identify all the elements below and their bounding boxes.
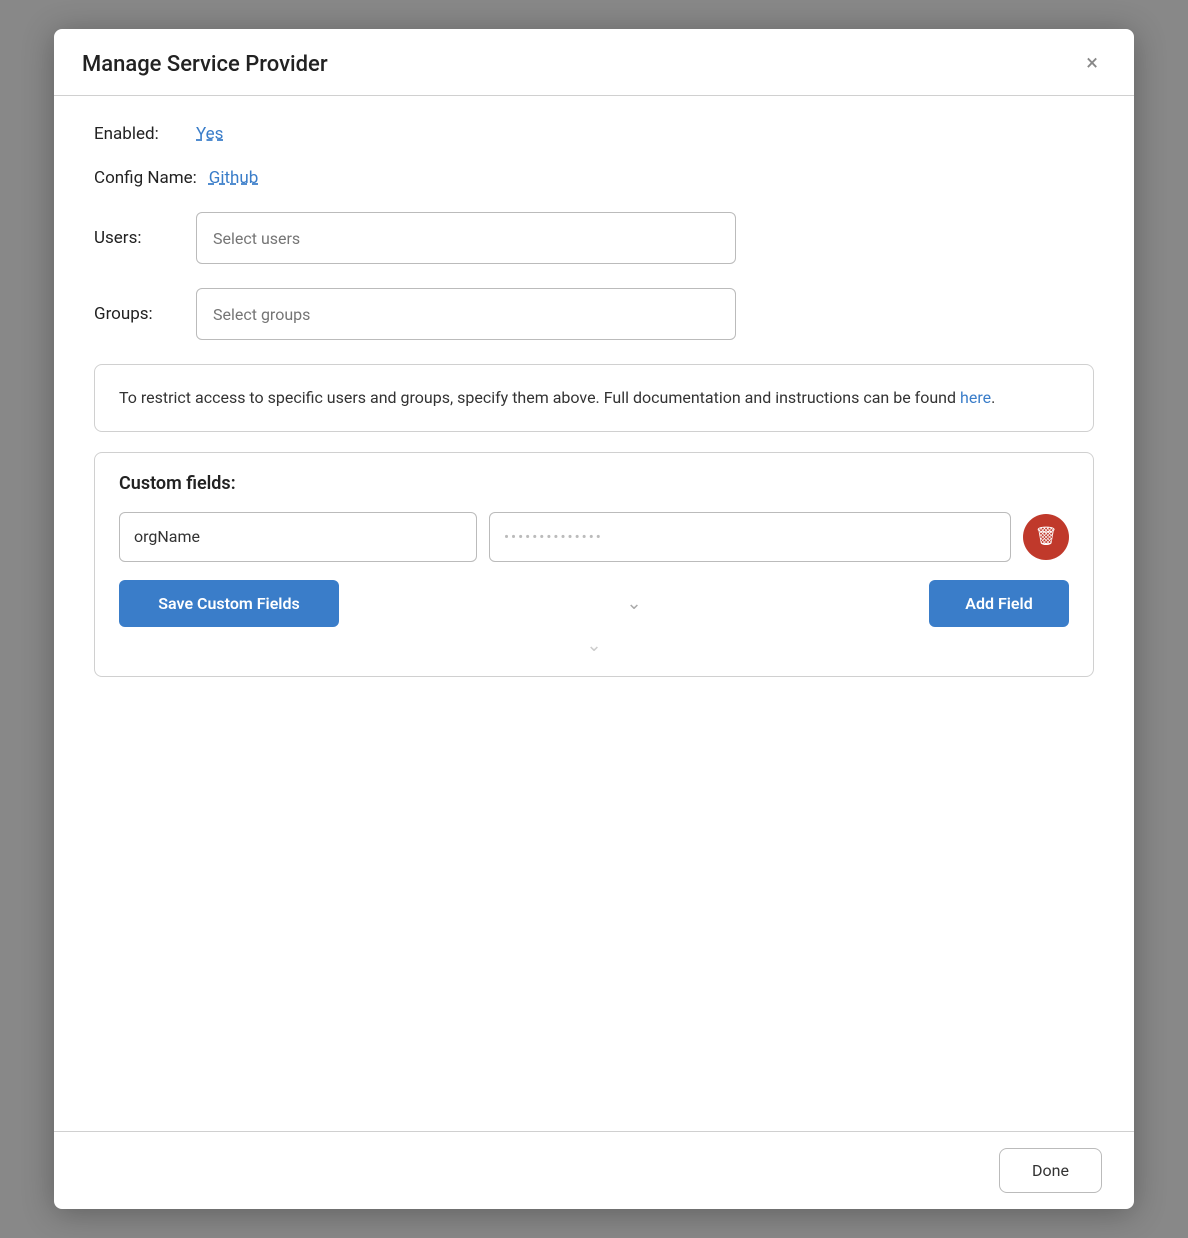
modal-header: Manage Service Provider ×	[54, 29, 1134, 96]
config-name-label: Config Name:	[94, 168, 197, 188]
custom-field-value-input[interactable]	[489, 512, 1011, 562]
enabled-label: Enabled:	[94, 124, 184, 144]
modal-footer: Done	[54, 1131, 1134, 1209]
users-input[interactable]	[196, 212, 736, 264]
info-text-after: .	[991, 388, 995, 407]
info-text-before: To restrict access to specific users and…	[119, 388, 960, 407]
custom-field-row: 🗑	[119, 512, 1069, 562]
modal-title: Manage Service Provider	[82, 52, 328, 77]
groups-input[interactable]	[196, 288, 736, 340]
delete-field-button[interactable]: 🗑	[1023, 514, 1069, 560]
groups-row: Groups:	[94, 288, 1094, 340]
custom-fields-box: Custom fields: 🗑 Save Custom Fields ⌄ Ad…	[94, 452, 1094, 677]
done-button[interactable]: Done	[999, 1148, 1102, 1193]
info-box-text: To restrict access to specific users and…	[119, 388, 995, 407]
modal-container: Manage Service Provider × Enabled: Yes C…	[54, 29, 1134, 1209]
custom-fields-actions: Save Custom Fields ⌄ Add Field	[119, 580, 1069, 627]
config-name-row: Config Name: Github	[94, 168, 1094, 188]
users-label: Users:	[94, 228, 184, 248]
info-box-link[interactable]: here	[960, 388, 991, 407]
add-field-button[interactable]: Add Field	[929, 580, 1069, 627]
enabled-row: Enabled: Yes	[94, 124, 1094, 144]
modal-body: Enabled: Yes Config Name: Github Users: …	[54, 96, 1134, 1131]
spacer: ⌄	[351, 593, 917, 614]
users-row: Users:	[94, 212, 1094, 264]
close-button[interactable]: ×	[1078, 49, 1106, 79]
enabled-value-link[interactable]: Yes	[196, 124, 223, 144]
custom-fields-title: Custom fields:	[119, 473, 1069, 494]
scroll-hint: ⌄	[119, 635, 1069, 656]
chevron-down-icon: ⌄	[626, 593, 641, 614]
scroll-chevron-icon: ⌄	[586, 635, 601, 656]
custom-field-name-input[interactable]	[119, 512, 477, 562]
info-box: To restrict access to specific users and…	[94, 364, 1094, 432]
config-name-link[interactable]: Github	[209, 168, 259, 188]
trash-icon: 🗑	[1035, 526, 1058, 547]
groups-label: Groups:	[94, 304, 184, 324]
save-custom-fields-button[interactable]: Save Custom Fields	[119, 580, 339, 627]
